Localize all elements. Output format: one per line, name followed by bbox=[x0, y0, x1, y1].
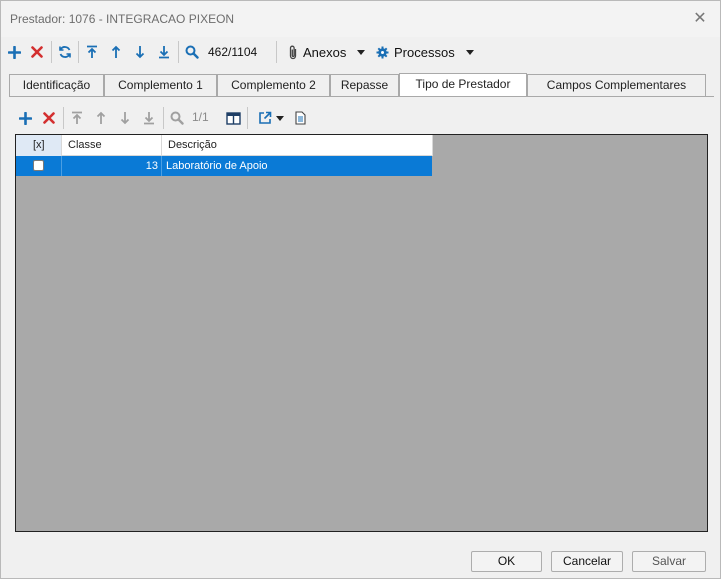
add-button[interactable] bbox=[4, 41, 24, 63]
save-button[interactable]: Salvar bbox=[632, 551, 706, 572]
search-icon bbox=[185, 45, 199, 59]
refresh-button[interactable] bbox=[55, 41, 75, 63]
toolbar-separator bbox=[276, 41, 277, 63]
data-grid: [x] Classe Descrição 13 Laboratório de A… bbox=[15, 134, 708, 532]
delete-icon bbox=[31, 46, 43, 58]
toolbar-separator bbox=[78, 41, 79, 63]
search-icon bbox=[170, 111, 184, 125]
dialog-window: Prestador: 1076 - INTEGRACAO PIXEON ✕ 46… bbox=[0, 0, 721, 579]
grid-search-button[interactable] bbox=[167, 107, 187, 129]
up-icon bbox=[96, 111, 106, 124]
columns-button[interactable] bbox=[223, 107, 243, 129]
grid-down-button[interactable] bbox=[115, 107, 135, 129]
column-header-descricao[interactable]: Descrição bbox=[162, 135, 433, 156]
search-button[interactable] bbox=[182, 41, 202, 63]
processes-label: Processos bbox=[394, 44, 455, 60]
row-select-cell bbox=[16, 156, 62, 176]
add-icon bbox=[18, 111, 32, 125]
toolbar-separator bbox=[178, 41, 179, 63]
grid-up-button[interactable] bbox=[91, 107, 111, 129]
attachments-label: Anexos bbox=[303, 44, 347, 60]
last-record-button[interactable] bbox=[154, 41, 174, 63]
tab-complemento-2[interactable]: Complemento 2 bbox=[217, 74, 330, 96]
page-counter: 1/1 bbox=[192, 110, 209, 124]
column-header-select[interactable]: [x] bbox=[16, 135, 62, 156]
paperclip-icon bbox=[289, 45, 297, 59]
first-icon bbox=[72, 111, 82, 124]
first-icon bbox=[87, 45, 97, 58]
delete-button[interactable] bbox=[27, 41, 47, 63]
toolbar-separator bbox=[163, 107, 164, 129]
export-menu-button[interactable] bbox=[255, 107, 287, 129]
cell-classe: 13 bbox=[62, 156, 162, 176]
document-icon bbox=[294, 111, 306, 125]
last-icon bbox=[159, 46, 169, 59]
toolbar-separator bbox=[51, 41, 52, 63]
down-icon bbox=[120, 112, 130, 125]
document-button[interactable] bbox=[291, 107, 309, 129]
grid-delete-button[interactable] bbox=[39, 107, 59, 129]
chevron-down-icon bbox=[357, 49, 366, 55]
delete-icon bbox=[43, 112, 55, 124]
columns-icon bbox=[225, 111, 241, 125]
window-title: Prestador: 1076 - INTEGRACAO PIXEON bbox=[10, 12, 235, 26]
title-bar: Prestador: 1076 - INTEGRACAO PIXEON ✕ bbox=[1, 1, 720, 37]
last-icon bbox=[144, 112, 154, 125]
export-icon bbox=[259, 111, 272, 124]
grid-add-button[interactable] bbox=[15, 107, 35, 129]
tab-complemento-1[interactable]: Complemento 1 bbox=[104, 74, 217, 96]
tab-identificacao[interactable]: Identificação bbox=[9, 74, 104, 96]
column-header-classe[interactable]: Classe bbox=[62, 135, 162, 156]
add-icon bbox=[7, 45, 21, 59]
grid-first-button[interactable] bbox=[67, 107, 87, 129]
record-counter: 462/1104 bbox=[208, 45, 258, 59]
table-row[interactable]: 13 Laboratório de Apoio bbox=[16, 156, 432, 176]
close-icon[interactable]: ✕ bbox=[688, 7, 712, 31]
first-record-button[interactable] bbox=[82, 41, 102, 63]
cell-descricao: Laboratório de Apoio bbox=[166, 160, 268, 172]
grid-toolbar: 1/1 bbox=[11, 105, 311, 129]
chevron-down-icon bbox=[276, 115, 284, 121]
toolbar-separator bbox=[247, 107, 248, 129]
previous-record-button[interactable] bbox=[106, 41, 126, 63]
grid-last-button[interactable] bbox=[139, 107, 159, 129]
processes-menu-button[interactable]: Processos bbox=[376, 42, 474, 62]
next-record-button[interactable] bbox=[130, 41, 150, 63]
cancel-button[interactable]: Cancelar bbox=[551, 551, 623, 572]
tab-tipo-de-prestador[interactable]: Tipo de Prestador bbox=[399, 73, 527, 97]
refresh-icon bbox=[59, 46, 71, 58]
attachments-menu-button[interactable]: Anexos bbox=[288, 42, 366, 62]
row-checkbox[interactable] bbox=[33, 160, 44, 171]
down-icon bbox=[135, 46, 145, 59]
chevron-down-icon bbox=[465, 49, 474, 55]
ok-button[interactable]: OK bbox=[471, 551, 542, 572]
tab-repasse[interactable]: Repasse bbox=[330, 74, 399, 96]
up-icon bbox=[111, 45, 121, 58]
main-toolbar: 462/1104 Anexos Processos bbox=[1, 39, 720, 65]
tab-strip: Identificação Complemento 1 Complemento … bbox=[9, 73, 714, 97]
gear-icon bbox=[376, 46, 389, 58]
grid-header: [x] Classe Descrição bbox=[16, 135, 433, 156]
tab-campos-complementares[interactable]: Campos Complementares bbox=[527, 74, 706, 96]
toolbar-separator bbox=[63, 107, 64, 129]
